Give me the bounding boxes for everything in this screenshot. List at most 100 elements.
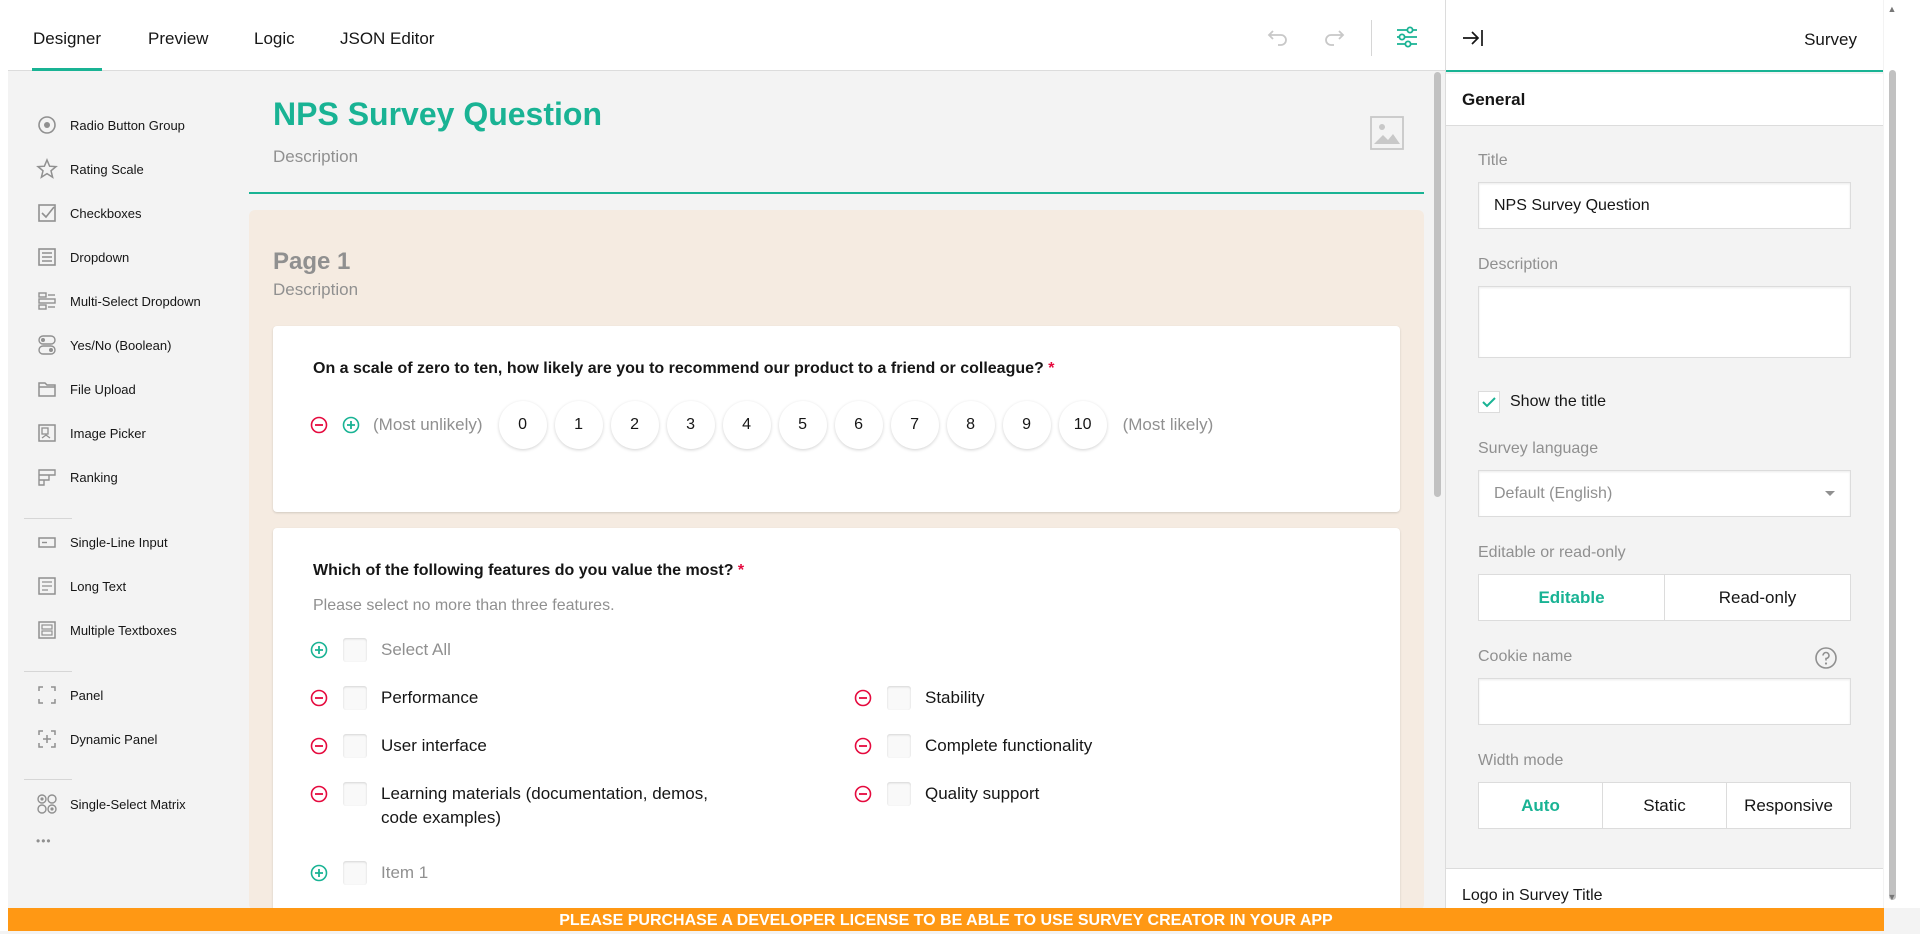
undo-icon[interactable] bbox=[1265, 24, 1291, 50]
toolbox-item-multiple-text[interactable]: Multiple Textboxes bbox=[36, 615, 177, 645]
rate-item[interactable]: 1 bbox=[554, 401, 603, 449]
settings-sliders-icon[interactable] bbox=[1394, 24, 1420, 50]
choice-select-all[interactable]: Select All bbox=[309, 638, 451, 662]
checkbox[interactable] bbox=[343, 861, 367, 885]
toolbox-item-dropdown[interactable]: Dropdown bbox=[36, 242, 129, 272]
toolbox-item-radio-group[interactable]: Radio Button Group bbox=[36, 110, 185, 140]
toolbox-item-dynamic-panel[interactable]: Dynamic Panel bbox=[36, 724, 157, 754]
remove-choice-icon[interactable] bbox=[853, 784, 873, 804]
show-title-checkbox-row[interactable]: Show the title bbox=[1478, 391, 1606, 413]
choice-new-item[interactable]: Item 1 bbox=[309, 861, 428, 885]
toolbox-item-text[interactable]: Single-Line Input bbox=[36, 527, 168, 557]
choice-item[interactable]: Complete functionality bbox=[853, 734, 1092, 758]
scroll-down-icon[interactable]: ▼ bbox=[1886, 892, 1898, 904]
choice-label[interactable]: Stability bbox=[925, 686, 985, 710]
choice-label[interactable]: Item 1 bbox=[381, 861, 428, 885]
rate-item[interactable]: 5 bbox=[778, 401, 827, 449]
choice-label[interactable]: Quality support bbox=[925, 782, 1039, 806]
canvas-scrollbar[interactable] bbox=[1434, 72, 1441, 497]
checkbox[interactable] bbox=[343, 734, 367, 758]
scroll-up-icon[interactable]: ▲ bbox=[1886, 4, 1898, 16]
choice-label[interactable]: Learning materials (documentation, demos… bbox=[381, 782, 749, 830]
help-icon[interactable] bbox=[1814, 646, 1838, 670]
remove-choice-icon[interactable] bbox=[309, 736, 329, 756]
remove-choice-icon[interactable] bbox=[853, 736, 873, 756]
rate-item[interactable]: 8 bbox=[946, 401, 995, 449]
description-textarea[interactable] bbox=[1478, 286, 1851, 358]
rate-item[interactable]: 3 bbox=[666, 401, 715, 449]
choice-item[interactable]: User interface bbox=[309, 734, 487, 758]
tab-json-editor[interactable]: JSON Editor bbox=[340, 0, 434, 71]
toolbox-item-matrix[interactable]: Single-Select Matrix bbox=[36, 789, 186, 819]
checkbox[interactable] bbox=[887, 686, 911, 710]
collapse-panel-icon[interactable] bbox=[1460, 26, 1486, 50]
add-rate-icon[interactable] bbox=[341, 415, 361, 435]
tab-designer[interactable]: Designer bbox=[32, 0, 102, 71]
checkbox[interactable] bbox=[343, 638, 367, 662]
language-select[interactable]: Default (English) bbox=[1478, 470, 1851, 517]
toolbox-item-file[interactable]: File Upload bbox=[36, 374, 136, 404]
choice-label[interactable]: Select All bbox=[381, 638, 451, 662]
section-logo-header[interactable]: Logo in Survey Title bbox=[1446, 868, 1883, 908]
choice-item[interactable]: Learning materials (documentation, demos… bbox=[309, 782, 749, 830]
rate-item[interactable]: 7 bbox=[890, 401, 939, 449]
checkbox[interactable] bbox=[343, 686, 367, 710]
cookie-input[interactable] bbox=[1478, 678, 1851, 725]
question-title[interactable]: On a scale of zero to ten, how likely ar… bbox=[313, 360, 1054, 378]
rate-item[interactable]: 10 bbox=[1058, 401, 1107, 449]
show-title-checkbox[interactable] bbox=[1478, 391, 1500, 413]
logo-placeholder-icon[interactable] bbox=[1370, 116, 1404, 150]
page-scrollbar[interactable]: ▲ ▼ bbox=[1884, 0, 1920, 908]
toolbox-item-rating[interactable]: Rating Scale bbox=[36, 154, 144, 184]
toolbox-item-checkboxes[interactable]: Checkboxes bbox=[36, 198, 142, 228]
rate-item[interactable]: 9 bbox=[1002, 401, 1051, 449]
mode-editable-button[interactable]: Editable bbox=[1479, 575, 1665, 620]
width-responsive-button[interactable]: Responsive bbox=[1727, 783, 1850, 828]
scrollbar-thumb[interactable] bbox=[1889, 70, 1896, 900]
rate-item[interactable]: 2 bbox=[610, 401, 659, 449]
title-input[interactable]: NPS Survey Question bbox=[1478, 182, 1851, 229]
choice-label[interactable]: Performance bbox=[381, 686, 478, 710]
choice-item[interactable]: Performance bbox=[309, 686, 478, 710]
redo-icon[interactable] bbox=[1321, 24, 1347, 50]
tab-logic[interactable]: Logic bbox=[254, 0, 295, 71]
page-description[interactable]: Description bbox=[273, 280, 358, 300]
question-title[interactable]: Which of the following features do you v… bbox=[313, 562, 744, 580]
section-general-header[interactable]: General bbox=[1446, 74, 1883, 126]
rate-item[interactable]: 4 bbox=[722, 401, 771, 449]
remove-choice-icon[interactable] bbox=[309, 784, 329, 804]
question-rating-card[interactable]: On a scale of zero to ten, how likely ar… bbox=[273, 326, 1400, 512]
add-choice-icon[interactable] bbox=[309, 640, 329, 660]
choice-label[interactable]: User interface bbox=[381, 734, 487, 758]
license-banner[interactable]: PLEASE PURCHASE A DEVELOPER LICENSE TO B… bbox=[8, 908, 1884, 931]
tab-preview[interactable]: Preview bbox=[148, 0, 208, 71]
checkbox[interactable] bbox=[343, 782, 367, 806]
add-choice-icon[interactable] bbox=[309, 863, 329, 883]
remove-choice-icon[interactable] bbox=[309, 688, 329, 708]
toolbox-item-panel[interactable]: Panel bbox=[36, 680, 103, 710]
rating-min-label[interactable]: (Most unlikely) bbox=[373, 415, 483, 435]
choice-item[interactable]: Stability bbox=[853, 686, 985, 710]
width-static-button[interactable]: Static bbox=[1603, 783, 1727, 828]
checkbox[interactable] bbox=[887, 782, 911, 806]
page-title[interactable]: Page 1 bbox=[273, 248, 350, 276]
rating-max-label[interactable]: (Most likely) bbox=[1123, 415, 1214, 435]
question-description[interactable]: Please select no more than three feature… bbox=[313, 597, 615, 615]
toolbox-more-button[interactable]: ••• bbox=[36, 826, 52, 856]
rate-item[interactable]: 6 bbox=[834, 401, 883, 449]
toolbox-item-comment[interactable]: Long Text bbox=[36, 571, 126, 601]
survey-description[interactable]: Description bbox=[273, 147, 358, 167]
toolbox-item-boolean[interactable]: Yes/No (Boolean) bbox=[36, 330, 171, 360]
checkbox[interactable] bbox=[887, 734, 911, 758]
choice-item[interactable]: Quality support bbox=[853, 782, 1039, 806]
width-auto-button[interactable]: Auto bbox=[1479, 783, 1603, 828]
remove-choice-icon[interactable] bbox=[853, 688, 873, 708]
question-checkbox-card[interactable]: Which of the following features do you v… bbox=[273, 528, 1400, 928]
toolbox-item-tagbox[interactable]: Multi-Select Dropdown bbox=[36, 286, 201, 316]
survey-title[interactable]: NPS Survey Question bbox=[273, 96, 602, 133]
rate-item[interactable]: 0 bbox=[498, 401, 547, 449]
choice-label[interactable]: Complete functionality bbox=[925, 734, 1092, 758]
toolbox-item-image-picker[interactable]: Image Picker bbox=[36, 418, 146, 448]
mode-readonly-button[interactable]: Read-only bbox=[1665, 575, 1850, 620]
remove-rate-icon[interactable] bbox=[309, 415, 329, 435]
